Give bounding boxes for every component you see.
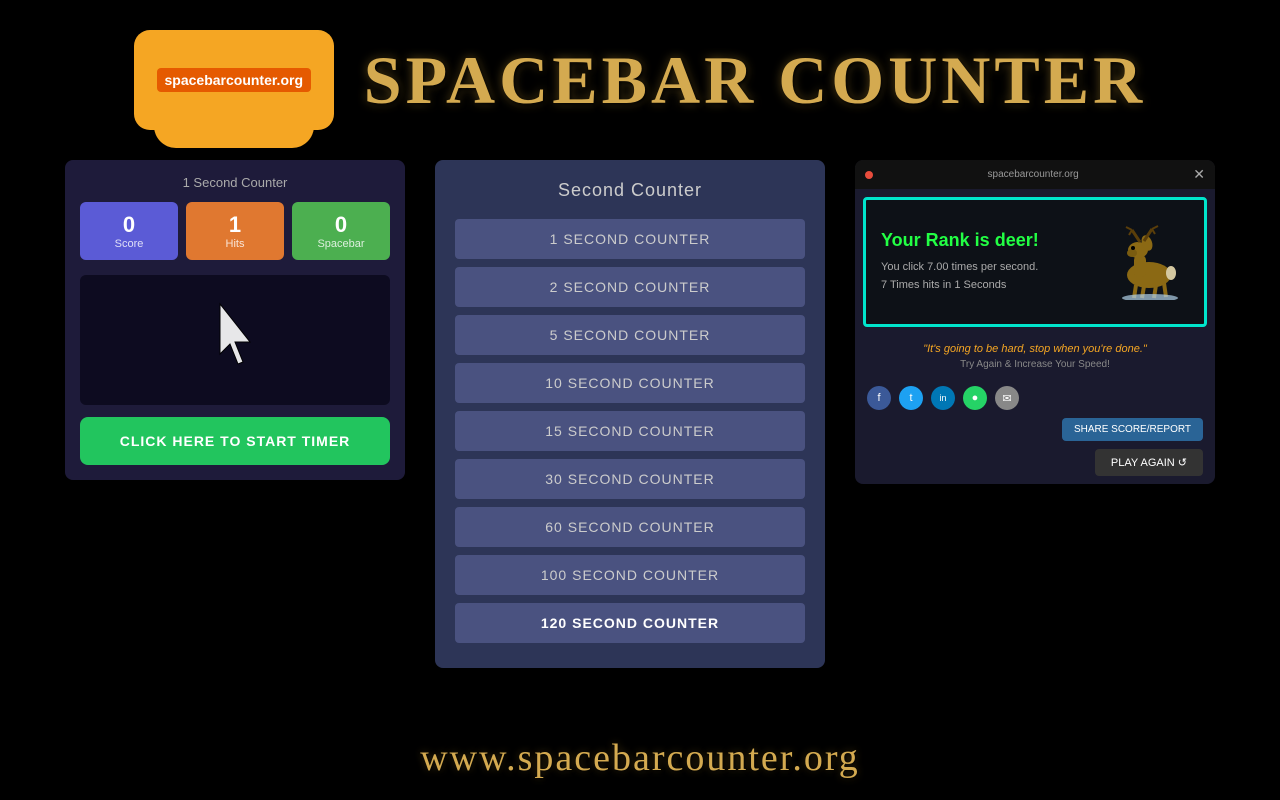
score-boxes: 0 Score 1 Hits 0 Spacebar	[80, 202, 390, 260]
score-value: 0	[85, 212, 173, 238]
window-dots	[865, 171, 873, 179]
center-panel-title: Second Counter	[455, 180, 805, 201]
close-dot	[865, 171, 873, 179]
counter-item-100s[interactable]: 100 SECOND COUNTER	[455, 555, 805, 595]
facebook-icon[interactable]: f	[867, 386, 891, 410]
right-panel-header: spacebarcounter.org ✕	[855, 160, 1215, 189]
twitter-icon[interactable]: t	[899, 386, 923, 410]
footer-url: www.spacebarcounter.org	[0, 736, 1280, 780]
spacebar-label: Spacebar	[297, 238, 385, 250]
counter-item-2s[interactable]: 2 SECOND COUNTER	[455, 267, 805, 307]
footer: www.spacebarcounter.org	[0, 736, 1280, 780]
click-here-button[interactable]: CLICK HERE TO START TIMER	[80, 417, 390, 465]
panels: 1 Second Counter 0 Score 1 Hits 0 Spaceb…	[0, 150, 1280, 678]
counter-item-30s[interactable]: 30 SECOND COUNTER	[455, 459, 805, 499]
logo-text: spacebarcounter.org	[157, 68, 312, 92]
social-icons: f t in ● ✉	[855, 386, 1215, 410]
cursor-icon	[210, 299, 260, 381]
deer-image	[1099, 222, 1189, 302]
score-label: Score	[85, 238, 173, 250]
logo-container: spacebarcounter.org	[134, 30, 334, 130]
rank-title: Your Rank is deer!	[881, 230, 1099, 251]
try-again-text: Try Again & Increase Your Speed!	[867, 359, 1203, 370]
left-panel-title: 1 Second Counter	[80, 175, 390, 190]
left-panel: 1 Second Counter 0 Score 1 Hits 0 Spaceb…	[65, 160, 405, 480]
counter-item-15s[interactable]: 15 SECOND COUNTER	[455, 411, 805, 451]
counter-item-60s[interactable]: 60 SECOND COUNTER	[455, 507, 805, 547]
score-box-score: 0 Score	[80, 202, 178, 260]
linkedin-icon[interactable]: in	[931, 386, 955, 410]
rank-line2: 7 Times hits in 1 Seconds	[881, 277, 1099, 295]
quote-text: "It's going to be hard, stop when you're…	[867, 343, 1203, 355]
result-text-area: Your Rank is deer! You click 7.00 times …	[881, 230, 1099, 294]
score-box-spacebar: 0 Spacebar	[292, 202, 390, 260]
email-icon[interactable]: ✉	[995, 386, 1019, 410]
rank-line1: You click 7.00 times per second.	[881, 259, 1099, 277]
counter-list: 1 SECOND COUNTER 2 SECOND COUNTER 5 SECO…	[455, 219, 805, 643]
counter-item-5s[interactable]: 5 SECOND COUNTER	[455, 315, 805, 355]
spacebar-area[interactable]	[80, 275, 390, 405]
counter-item-120s[interactable]: 120 SECOND COUNTER	[455, 603, 805, 643]
hits-label: Hits	[191, 238, 279, 250]
result-display: Your Rank is deer! You click 7.00 times …	[863, 197, 1207, 327]
social-share-row: f t in ● ✉ SHARE SCORE/REPORT	[855, 386, 1215, 441]
hits-value: 1	[191, 212, 279, 238]
counter-item-1s[interactable]: 1 SECOND COUNTER	[455, 219, 805, 259]
play-again-button[interactable]: PLAY AGAIN ↺	[1095, 449, 1203, 476]
quote-section: "It's going to be hard, stop when you're…	[855, 335, 1215, 386]
close-button[interactable]: ✕	[1193, 166, 1205, 183]
header: spacebarcounter.org SPACEBAR COUNTER	[0, 0, 1280, 150]
counter-item-10s[interactable]: 10 SECOND COUNTER	[455, 363, 805, 403]
whatsapp-icon[interactable]: ●	[963, 386, 987, 410]
score-box-hits: 1 Hits	[186, 202, 284, 260]
right-panel: spacebarcounter.org ✕ Your Rank is deer!…	[855, 160, 1215, 484]
browser-url: spacebarcounter.org	[873, 169, 1193, 180]
spacebar-value: 0	[297, 212, 385, 238]
site-title: SPACEBAR COUNTER	[364, 41, 1146, 120]
share-score-button[interactable]: SHARE SCORE/REPORT	[1062, 418, 1203, 441]
center-panel: Second Counter 1 SECOND COUNTER 2 SECOND…	[435, 160, 825, 668]
